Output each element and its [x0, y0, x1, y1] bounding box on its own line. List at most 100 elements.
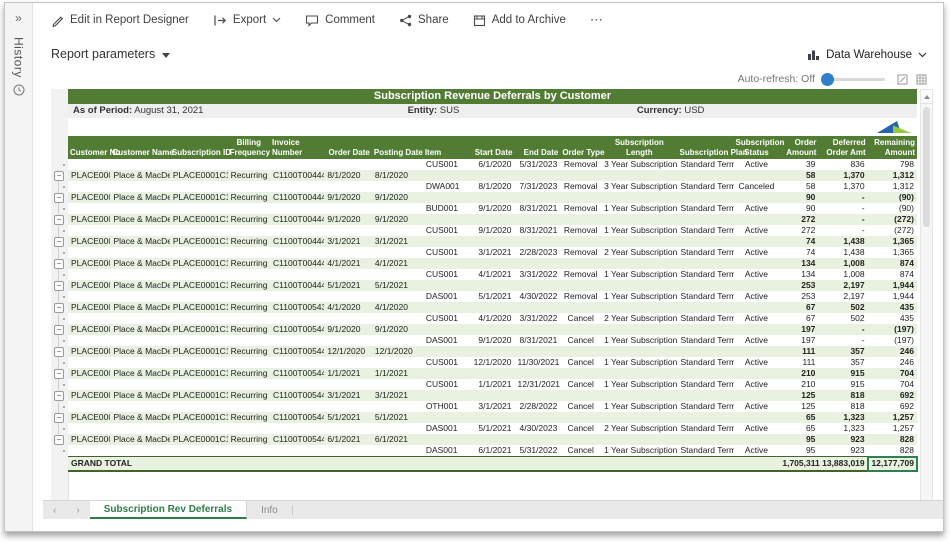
cell[interactable]	[734, 236, 780, 247]
cell[interactable]	[423, 390, 471, 401]
cell[interactable]	[270, 401, 324, 412]
cell[interactable]	[170, 313, 228, 324]
cell[interactable]	[68, 159, 110, 170]
cell[interactable]	[514, 170, 560, 181]
cell[interactable]: 67	[779, 302, 818, 313]
cell[interactable]: 4/1/2021	[324, 258, 372, 269]
cell[interactable]: (90)	[868, 203, 917, 214]
cell[interactable]	[514, 192, 560, 203]
cell[interactable]	[68, 401, 110, 412]
cell[interactable]: 1,438	[818, 236, 867, 247]
cell[interactable]: Recurring	[228, 368, 270, 379]
cell[interactable]: 125	[779, 401, 818, 412]
cell[interactable]	[110, 313, 169, 324]
cell[interactable]: PLACE0001	[68, 346, 110, 357]
cell[interactable]	[228, 269, 270, 280]
history-panel[interactable]: » History	[5, 3, 33, 531]
auto-refresh-slider[interactable]	[823, 78, 885, 81]
cell[interactable]	[170, 357, 228, 368]
cell[interactable]	[324, 445, 372, 457]
cell[interactable]	[514, 302, 560, 313]
cell[interactable]: PLACE0001	[68, 192, 110, 203]
cell[interactable]	[372, 247, 423, 258]
cell[interactable]: C1100T00444	[270, 236, 324, 247]
cell[interactable]: 6/1/2020	[470, 159, 514, 170]
cell[interactable]: -	[818, 192, 867, 203]
cell[interactable]	[324, 379, 372, 390]
cell[interactable]	[68, 357, 110, 368]
cell[interactable]: 12/1/2020	[372, 346, 423, 357]
cell[interactable]: 435	[868, 313, 917, 324]
cell[interactable]	[677, 214, 733, 225]
cell[interactable]	[677, 236, 733, 247]
cell[interactable]: 1 Year Subscription	[601, 335, 677, 346]
cell[interactable]	[734, 346, 780, 357]
cell[interactable]	[734, 368, 780, 379]
cell[interactable]	[324, 401, 372, 412]
cell[interactable]	[170, 335, 228, 346]
cell[interactable]: C1100T00544	[270, 346, 324, 357]
cell[interactable]: PLACE0001C110	[170, 214, 228, 225]
cell[interactable]: 1/1/2021	[372, 368, 423, 379]
cell[interactable]: Place & MacDero A	[110, 170, 169, 181]
cell[interactable]	[324, 159, 372, 170]
cell[interactable]: PLACE0001C110	[170, 346, 228, 357]
tab-info[interactable]: Info	[247, 501, 292, 519]
cell[interactable]: 8/1/2020	[372, 170, 423, 181]
cell[interactable]: 357	[818, 357, 867, 368]
cell[interactable]: PLACE0001C110	[170, 192, 228, 203]
export-button[interactable]: Export	[213, 14, 281, 27]
cell[interactable]: 874	[868, 269, 917, 280]
cell[interactable]: Cancel	[560, 401, 601, 412]
cell[interactable]	[560, 280, 601, 291]
cell[interactable]: 134	[779, 269, 818, 280]
cell[interactable]	[110, 159, 169, 170]
cell[interactable]	[110, 379, 169, 390]
cell[interactable]	[470, 192, 514, 203]
cell[interactable]: 197	[779, 335, 818, 346]
cell[interactable]: Place & MacDero A	[110, 434, 169, 445]
cell[interactable]	[372, 159, 423, 170]
cell[interactable]: 2/28/2022	[514, 401, 560, 412]
cell[interactable]	[372, 203, 423, 214]
cell[interactable]: 3 Year Subscription	[601, 159, 677, 170]
cell[interactable]: Active	[734, 225, 780, 236]
cell[interactable]: Standard Term	[677, 159, 733, 170]
cell[interactable]	[470, 412, 514, 423]
cell[interactable]	[601, 368, 677, 379]
cell[interactable]	[68, 379, 110, 390]
data-source-dropdown[interactable]: Data Warehouse	[807, 49, 927, 61]
cell[interactable]	[110, 335, 169, 346]
cell[interactable]	[423, 434, 471, 445]
cell[interactable]: 923	[818, 445, 867, 457]
cell[interactable]: 915	[818, 379, 867, 390]
cell[interactable]: 3/1/2021	[324, 236, 372, 247]
cell[interactable]	[734, 434, 780, 445]
cell[interactable]: 58	[779, 181, 818, 192]
cell[interactable]	[372, 313, 423, 324]
cell[interactable]	[560, 368, 601, 379]
cell[interactable]: PLACE0001	[68, 280, 110, 291]
cell[interactable]	[270, 225, 324, 236]
outline-collapse-button[interactable]: −	[54, 413, 64, 423]
cell[interactable]	[324, 357, 372, 368]
cell[interactable]: CUS001	[423, 269, 471, 280]
cell[interactable]: 9/1/2020	[372, 214, 423, 225]
cell[interactable]: 704	[868, 368, 917, 379]
cell[interactable]: 692	[868, 390, 917, 401]
cell[interactable]	[228, 225, 270, 236]
cell[interactable]	[170, 247, 228, 258]
cell[interactable]: C1100T00544	[270, 324, 324, 335]
cell[interactable]: 12/31/2021	[514, 379, 560, 390]
cell[interactable]: Standard Term	[677, 379, 733, 390]
cell[interactable]: 65	[779, 423, 818, 434]
cell[interactable]	[372, 379, 423, 390]
cell[interactable]	[324, 225, 372, 236]
cell[interactable]	[372, 423, 423, 434]
cell[interactable]: Standard Term	[677, 445, 733, 457]
cell[interactable]	[560, 324, 601, 335]
cell[interactable]	[228, 291, 270, 302]
cell[interactable]: Recurring	[228, 302, 270, 313]
outline-collapse-button[interactable]: −	[54, 171, 64, 181]
cell[interactable]: 5/1/2021	[372, 412, 423, 423]
